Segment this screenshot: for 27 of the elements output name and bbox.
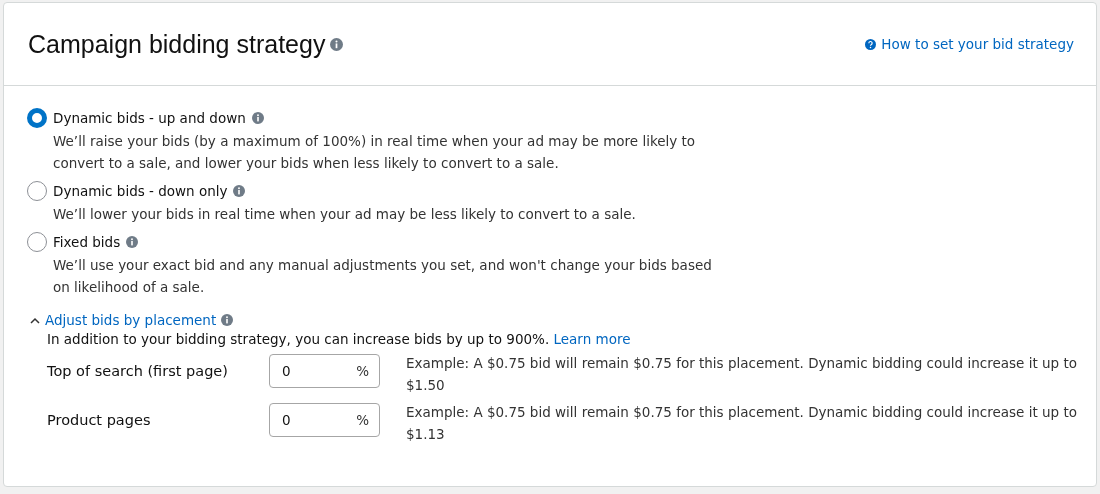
info-icon xyxy=(233,185,246,197)
radio-button[interactable] xyxy=(27,181,47,201)
radio-button[interactable] xyxy=(27,232,47,252)
help-link[interactable]: How to set your bid strategy xyxy=(865,36,1074,52)
info-icon xyxy=(126,236,139,248)
option-description: We’ll raise your bids (by a maximum of 100%) in real time when your ad may be more likely to convert to a sale, and lower your bids when less likely to convert to a sale. xyxy=(53,132,697,173)
placement-label: Product pages xyxy=(47,411,152,430)
placement-intro: In addition to your bidding strategy, you can increase bids by up to 900%. Learn more xyxy=(47,331,632,347)
learn-more-link[interactable]: Learn more xyxy=(553,331,631,347)
section-title: Campaign bidding strategy xyxy=(28,29,326,59)
caret-icon xyxy=(30,316,40,324)
percent-field[interactable]: 0 % xyxy=(269,403,380,437)
option-label: Dynamic bids - up and down xyxy=(53,110,246,126)
option-label: Fixed bids xyxy=(53,234,121,250)
info-icon xyxy=(251,112,264,124)
option-description: We’ll use your exact bid and any manual adjustments you set, and won't change your bids based on likelihood of a sale. xyxy=(53,256,713,297)
option-description: We’ll lower your bids in real time when your ad may be less likely to convert to a sale. xyxy=(53,205,637,224)
option-label: Dynamic bids - down only xyxy=(53,183,228,199)
example-text: Example: A $0.75 bid will remain $0.75 for this placement. Dynamic bidding could increase it up to $1.50 xyxy=(406,354,1078,395)
placement-toggle[interactable]: Adjust bids by placement xyxy=(30,312,234,328)
radio-button[interactable] xyxy=(27,108,47,128)
info-icon xyxy=(221,314,234,326)
placement-label: Top of search (first page) xyxy=(47,362,229,381)
percent-field[interactable]: 0 % xyxy=(269,354,380,388)
example-text: Example: A $0.75 bid will remain $0.75 for this placement. Dynamic bidding could increase it up to $1.13 xyxy=(406,403,1078,444)
help-icon xyxy=(865,38,877,50)
info-icon xyxy=(330,37,344,51)
